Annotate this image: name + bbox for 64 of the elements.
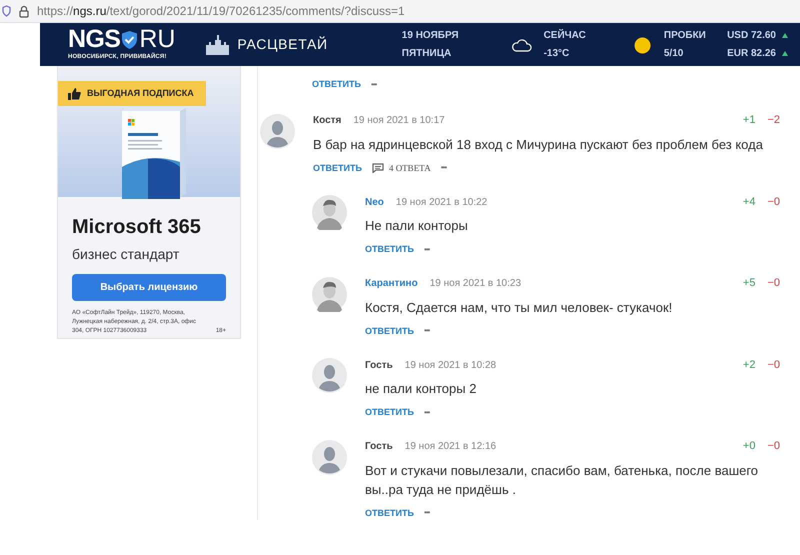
upvote-count[interactable]: +0 <box>742 438 756 455</box>
reply-link[interactable]: ОТВЕТИТЬ <box>365 406 414 420</box>
temperature-text: -13°C <box>544 47 570 61</box>
downvote-count[interactable]: −0 <box>767 356 780 374</box>
user-avatar-icon <box>312 358 347 393</box>
user-avatar-icon <box>260 114 295 148</box>
weekday-text: ПЯТНИЦА <box>402 47 452 61</box>
more-button[interactable]: ••• <box>370 78 376 91</box>
currency-rate: USD 72.60 <box>727 29 776 43</box>
downvote-count[interactable]: −0 <box>767 438 780 455</box>
comment-text: Костя, Сдается нам, что ты мил человек- стукачок! <box>365 298 674 316</box>
replies-count-link[interactable]: 4 ОТВЕТА <box>372 162 431 175</box>
shield-check-icon <box>121 30 138 50</box>
reply-link[interactable]: ОТВЕТИТЬ <box>365 243 414 256</box>
more-button[interactable]: ••• <box>424 325 430 338</box>
more-button[interactable]: ••• <box>424 244 430 256</box>
reply-link[interactable]: ОТВЕТИТЬ <box>365 506 414 520</box>
upvote-count[interactable]: +2 <box>742 356 756 374</box>
reply-link[interactable]: ОТВЕТИТЬ <box>365 324 414 338</box>
more-button[interactable]: ••• <box>440 162 446 174</box>
lock-icon <box>19 4 29 18</box>
comment-date: 19 ноя 2021 в 10:23 <box>430 277 522 291</box>
downvote-count[interactable]: −2 <box>767 112 780 129</box>
user-avatar-icon <box>312 440 347 474</box>
comment-date: 19 ноя 2021 в 12:16 <box>404 440 496 454</box>
traffic-label: ПРОБКИ <box>664 29 706 43</box>
cloud-icon <box>510 38 532 52</box>
traffic-icon <box>634 36 652 54</box>
thumbs-up-icon <box>68 88 81 100</box>
partner-logo-text[interactable]: РАСЦВЕТАЙ <box>237 34 328 55</box>
more-button[interactable]: ••• <box>424 406 430 419</box>
upvote-count[interactable]: +4 <box>742 194 756 210</box>
downvote-count[interactable]: −0 <box>767 275 780 292</box>
comment-date: 19 ноя 2021 в 10:17 <box>353 114 445 128</box>
date-text: 19 НОЯБРЯ <box>402 29 459 43</box>
comment-date: 19 ноя 2021 в 10:22 <box>396 196 488 210</box>
author-name[interactable]: Neo <box>365 194 384 210</box>
reply-link[interactable]: ОТВЕТИТЬ <box>312 78 361 92</box>
comment-text: Вот и стукачи повылезали, спасибо вам, батенька, после вашего вы..ра туда не придёшь . <box>365 462 760 498</box>
traffic-score: 5/10 <box>664 47 684 61</box>
author-name[interactable]: Карантино <box>365 276 418 291</box>
product-title: Microsoft 365 <box>72 215 202 240</box>
author-name[interactable]: Костя <box>313 113 342 128</box>
author-name[interactable]: Гость <box>365 358 393 372</box>
upvote-count[interactable]: +5 <box>742 275 756 292</box>
comment-date: 19 ноя 2021 в 10:28 <box>404 358 496 372</box>
comment-text: не пали конторы 2 <box>365 380 478 398</box>
chat-icon <box>372 163 384 174</box>
building-icon <box>205 34 232 56</box>
currency-rate: EUR 82.26 <box>727 47 776 61</box>
reply-link[interactable]: ОТВЕТИТЬ <box>313 162 362 175</box>
downvote-count[interactable]: −0 <box>767 194 780 210</box>
logo-text[interactable]: NGS <box>68 27 120 52</box>
more-button[interactable]: ••• <box>424 507 430 520</box>
promo-badge: ВЫГОДНАЯ ПОДПИСКА <box>58 81 206 106</box>
comment-text: Не пали конторы <box>365 217 469 235</box>
choose-license-button[interactable]: Выбрать лицензию <box>72 274 226 301</box>
shield-icon <box>2 5 11 17</box>
logo-text[interactable]: RU <box>139 27 176 52</box>
product-subtitle: бизнес стандарт <box>72 245 180 264</box>
weather-label: СЕЙЧАС <box>544 28 586 43</box>
upvote-count[interactable]: +1 <box>742 112 756 129</box>
comment-text: В бар на ядринцевской 18 вход с Мичурина пускают без проблем без кода <box>313 136 764 154</box>
author-name[interactable]: Гость <box>365 439 393 454</box>
